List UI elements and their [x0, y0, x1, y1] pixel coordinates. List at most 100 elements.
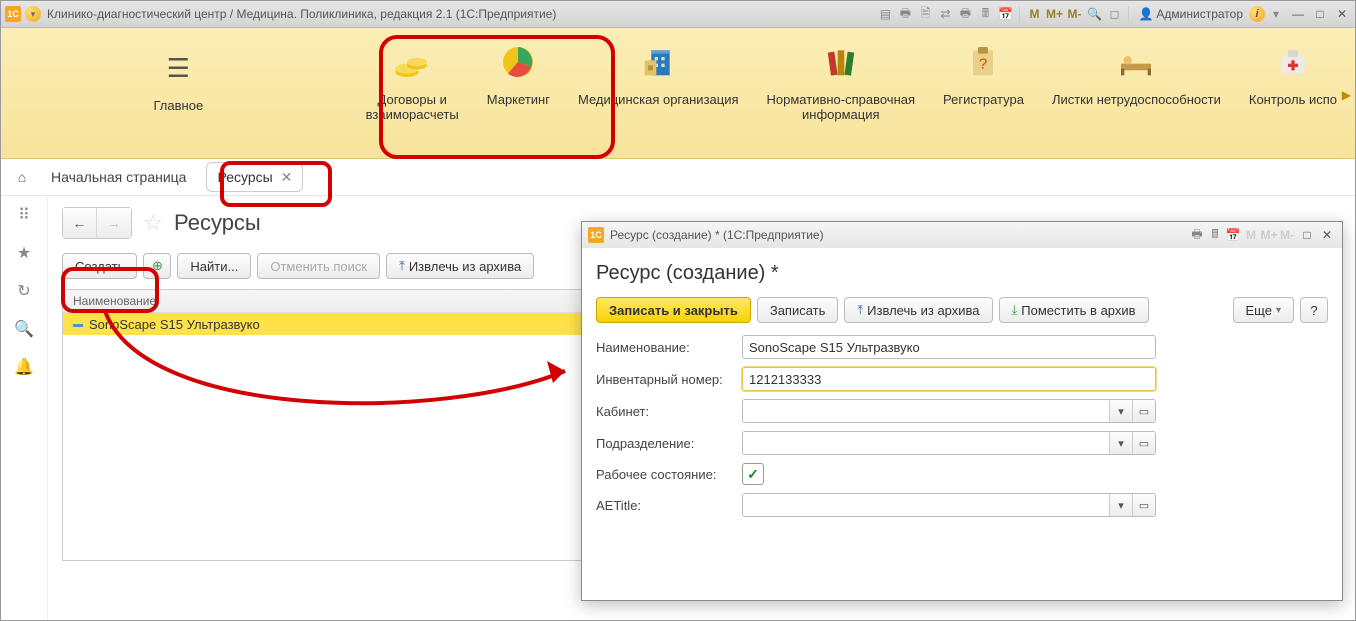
more-button[interactable]: Еще [1233, 297, 1294, 323]
nav-back-button[interactable]: ← [63, 208, 97, 238]
section-reference[interactable]: Нормативно-справочная информация [753, 34, 930, 126]
app-menu-dropdown-icon[interactable] [25, 6, 41, 22]
dialog-archive-button[interactable]: ⤓ Поместить в архив [999, 297, 1149, 323]
section-marketing[interactable]: Маркетинг [473, 34, 564, 111]
toolbar-zoom-icon[interactable]: 🔍 [1085, 5, 1103, 23]
dialog-calc-icon[interactable]: 🖩 [1206, 226, 1224, 244]
piechart-icon [494, 38, 542, 86]
dept-input[interactable] [743, 432, 1109, 454]
resource-form: Наименование: Инвентарный номер: Кабинет… [596, 335, 1328, 517]
rail-star-icon[interactable]: ★ [14, 243, 34, 263]
dialog-close-button[interactable]: ✕ [1318, 227, 1336, 243]
app-title: Клинико-диагностический центр / Медицина… [47, 7, 556, 21]
cabinet-dropdown-icon[interactable]: ▾ [1109, 400, 1132, 422]
working-label: Рабочее состояние: [596, 467, 742, 482]
aetitle-input[interactable] [743, 494, 1109, 516]
section-main-icon: ☰ [154, 44, 202, 92]
aetitle-dropdown-icon[interactable]: ▾ [1109, 494, 1132, 516]
dialog-maximize-button[interactable]: □ [1298, 227, 1316, 243]
tab-resources[interactable]: Ресурсы ✕ [206, 162, 303, 192]
user-icon: 👤 [1138, 7, 1153, 21]
tab-home[interactable]: Начальная страница [41, 169, 196, 185]
aetitle-open-icon[interactable]: ▭ [1132, 494, 1155, 516]
dept-dropdown-icon[interactable]: ▾ [1109, 432, 1132, 454]
toolbar-calc-icon[interactable]: 🖩 [976, 5, 994, 23]
toolbar-print2-icon[interactable]: 🖶 [956, 5, 974, 23]
toolbar-save-icon[interactable]: ▤ [876, 5, 894, 23]
extract-archive-button[interactable]: ⤒ Извлечь из архива [386, 253, 534, 279]
section-medorg[interactable]: Медицинская организация [564, 34, 753, 111]
name-input[interactable] [742, 335, 1156, 359]
nav-forward-button[interactable]: → [97, 208, 131, 238]
rail-history-icon[interactable]: ↻ [14, 281, 34, 301]
rail-grid-icon[interactable]: ⠿ [14, 205, 34, 225]
section-marketing-label: Маркетинг [487, 92, 550, 107]
extract-icon: ⤒ [399, 258, 405, 274]
home-icon[interactable]: ⌂ [11, 166, 33, 188]
dialog-print-icon[interactable]: 🖶 [1188, 226, 1206, 244]
dialog-mplus-button[interactable]: M+ [1260, 226, 1278, 244]
inventory-input[interactable] [742, 367, 1156, 391]
save-close-button[interactable]: Записать и закрыть [596, 297, 751, 323]
toolbar-m-button[interactable]: M [1025, 5, 1043, 23]
info-icon[interactable]: i [1249, 6, 1265, 22]
aetitle-ref-input[interactable]: ▾ ▭ [742, 493, 1156, 517]
nav-back-forward: ← → [62, 207, 132, 239]
toolbar-mplus-button[interactable]: M+ [1045, 5, 1063, 23]
left-rail: ⠿ ★ ↻ 🔍 🔔 [1, 197, 48, 620]
favorite-star-icon[interactable]: ☆ [140, 210, 166, 236]
window-minimize-button[interactable]: — [1289, 6, 1307, 22]
cabinet-input[interactable] [743, 400, 1109, 422]
section-contracts-label: Договоры и взаиморасчеты [366, 92, 459, 122]
working-checkbox[interactable]: ✓ [742, 463, 764, 485]
dialog-extract-button[interactable]: ⤒ Извлечь из архива [844, 297, 992, 323]
extract-archive-label: Извлечь из архива [409, 259, 521, 274]
dialog-m-button[interactable]: M [1242, 226, 1260, 244]
user-indicator[interactable]: 👤 Администратор [1138, 7, 1243, 21]
inv-label: Инвентарный номер: [596, 372, 742, 387]
find-button[interactable]: Найти... [177, 253, 251, 279]
dialog-archive-label: Поместить в архив [1021, 303, 1135, 318]
section-main-label: Главное [154, 98, 204, 113]
section-scroll-right-icon[interactable]: ▶ [1342, 88, 1351, 102]
dialog-heading: Ресурс (создание) * [596, 262, 1328, 285]
dialog-mminus-button[interactable]: M- [1278, 226, 1296, 244]
row-item-icon: ▬ [73, 319, 83, 330]
coins-icon [388, 38, 436, 86]
dialog-titlebar: 1C Ресурс (создание) * (1С:Предприятие) … [582, 222, 1342, 248]
create-folder-button[interactable]: ⊕ [143, 253, 171, 279]
dialog-toolbar: Записать и закрыть Записать ⤒ Извлечь из… [596, 297, 1328, 323]
dialog-calendar-icon[interactable]: 📅 [1224, 226, 1242, 244]
section-control[interactable]: Контроль испо [1235, 34, 1351, 111]
toolbar-print-icon[interactable]: 🖶 [896, 5, 914, 23]
dialog-title: Ресурс (создание) * (1С:Предприятие) [610, 228, 824, 242]
dept-ref-input[interactable]: ▾ ▭ [742, 431, 1156, 455]
cancel-search-button[interactable]: Отменить поиск [257, 253, 380, 279]
section-registry[interactable]: ? Регистратура [929, 34, 1038, 111]
section-reference-label: Нормативно-справочная информация [767, 92, 916, 122]
save-button[interactable]: Записать [757, 297, 839, 323]
tab-close-icon[interactable]: ✕ [281, 169, 293, 186]
toolbar-window-icon[interactable]: ◻ [1105, 5, 1123, 23]
cabinet-ref-input[interactable]: ▾ ▭ [742, 399, 1156, 423]
info-dropdown-icon[interactable]: ▾ [1267, 5, 1285, 23]
section-main[interactable]: ☰ Главное [5, 34, 352, 123]
section-contracts[interactable]: Договоры и взаиморасчеты [352, 34, 473, 126]
section-sickleave[interactable]: Листки нетрудоспособности [1038, 34, 1235, 111]
dept-open-icon[interactable]: ▭ [1132, 432, 1155, 454]
toolbar-doc-icon[interactable]: 🗎 [916, 5, 934, 23]
rail-search-icon[interactable]: 🔍 [14, 319, 34, 339]
window-close-button[interactable]: ✕ [1333, 6, 1351, 22]
toolbar-calendar-icon[interactable]: 📅 [996, 5, 1014, 23]
svg-text:?: ? [979, 56, 987, 73]
create-button[interactable]: Создать [62, 253, 137, 279]
dialog-logo-icon: 1C [588, 227, 604, 243]
section-registry-label: Регистратура [943, 92, 1024, 107]
toolbar-compare-icon[interactable]: ⇄ [936, 5, 954, 23]
help-button[interactable]: ? [1300, 297, 1328, 323]
window-maximize-button[interactable]: □ [1311, 6, 1329, 22]
toolbar-mminus-button[interactable]: M- [1065, 5, 1083, 23]
toolbar-separator [1128, 6, 1129, 22]
rail-bell-icon[interactable]: 🔔 [14, 357, 34, 377]
cabinet-open-icon[interactable]: ▭ [1132, 400, 1155, 422]
